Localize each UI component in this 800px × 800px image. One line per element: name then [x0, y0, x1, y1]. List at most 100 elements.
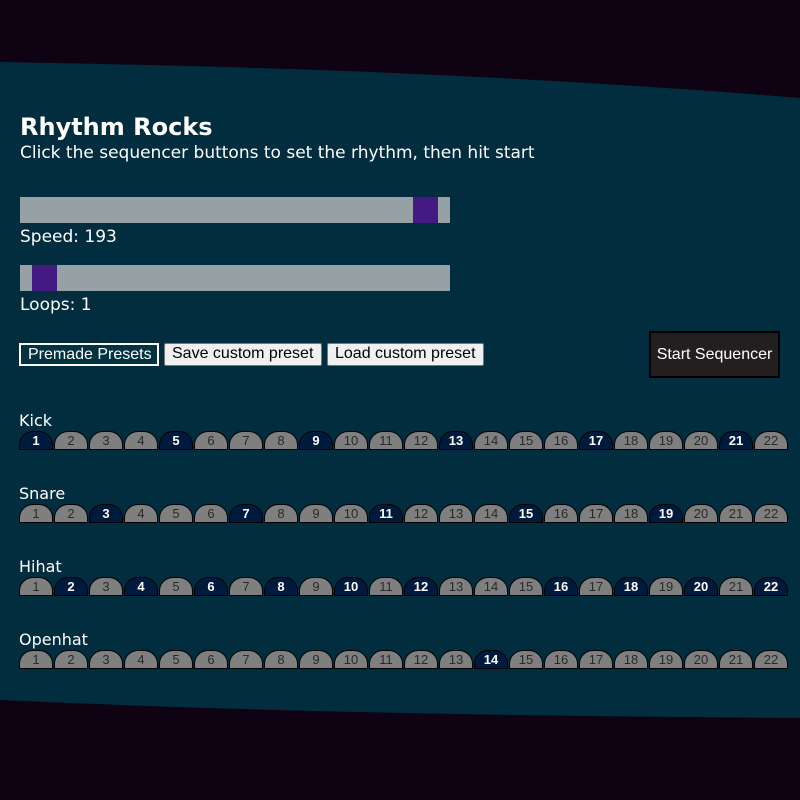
- step-button[interactable]: 8: [264, 577, 298, 596]
- step-button[interactable]: 10: [334, 504, 368, 523]
- start-sequencer-button[interactable]: Start Sequencer: [649, 331, 780, 378]
- step-button[interactable]: 7: [229, 650, 263, 669]
- premade-presets-button[interactable]: Premade Presets: [19, 343, 159, 366]
- step-button[interactable]: 13: [439, 577, 473, 596]
- load-custom-preset-button[interactable]: Load custom preset: [327, 343, 484, 366]
- step-button[interactable]: 5: [159, 504, 193, 523]
- step-button[interactable]: 15: [509, 504, 543, 523]
- step-button[interactable]: 9: [299, 577, 333, 596]
- step-button[interactable]: 5: [159, 577, 193, 596]
- step-button[interactable]: 15: [509, 650, 543, 669]
- loops-label: Loops: 1: [20, 295, 92, 315]
- step-button[interactable]: 21: [719, 431, 753, 450]
- step-button[interactable]: 20: [684, 504, 718, 523]
- step-button[interactable]: 5: [159, 650, 193, 669]
- page-subtitle: Click the sequencer buttons to set the r…: [20, 143, 535, 163]
- step-button[interactable]: 4: [124, 650, 158, 669]
- step-button[interactable]: 2: [54, 577, 88, 596]
- step-button[interactable]: 1: [19, 650, 53, 669]
- speed-slider[interactable]: [20, 197, 450, 223]
- step-button[interactable]: 7: [229, 577, 263, 596]
- step-button[interactable]: 16: [544, 650, 578, 669]
- step-button[interactable]: 22: [754, 650, 788, 669]
- step-button[interactable]: 19: [649, 431, 683, 450]
- step-button[interactable]: 8: [264, 650, 298, 669]
- loops-slider-thumb[interactable]: [32, 265, 57, 291]
- step-button[interactable]: 20: [684, 650, 718, 669]
- step-button[interactable]: 6: [194, 577, 228, 596]
- step-button[interactable]: 12: [404, 577, 438, 596]
- step-button[interactable]: 22: [754, 431, 788, 450]
- step-button[interactable]: 22: [754, 504, 788, 523]
- step-button[interactable]: 1: [19, 431, 53, 450]
- step-button[interactable]: 16: [544, 431, 578, 450]
- step-button[interactable]: 14: [474, 577, 508, 596]
- step-button[interactable]: 9: [299, 504, 333, 523]
- step-button[interactable]: 6: [194, 650, 228, 669]
- step-button[interactable]: 19: [649, 504, 683, 523]
- step-button[interactable]: 3: [89, 431, 123, 450]
- step-button[interactable]: 8: [264, 504, 298, 523]
- step-button[interactable]: 8: [264, 431, 298, 450]
- step-button[interactable]: 13: [439, 431, 473, 450]
- speed-slider-thumb[interactable]: [413, 197, 438, 223]
- step-button[interactable]: 12: [404, 431, 438, 450]
- step-button[interactable]: 17: [579, 504, 613, 523]
- step-button[interactable]: 12: [404, 650, 438, 669]
- step-button[interactable]: 3: [89, 650, 123, 669]
- loops-slider[interactable]: [20, 265, 450, 291]
- step-button[interactable]: 1: [19, 577, 53, 596]
- step-button[interactable]: 19: [649, 577, 683, 596]
- step-button[interactable]: 1: [19, 504, 53, 523]
- step-button[interactable]: 14: [474, 650, 508, 669]
- step-button[interactable]: 21: [719, 577, 753, 596]
- step-button[interactable]: 18: [614, 504, 648, 523]
- step-button[interactable]: 10: [334, 577, 368, 596]
- step-button[interactable]: 19: [649, 650, 683, 669]
- step-button[interactable]: 9: [299, 431, 333, 450]
- step-button[interactable]: 2: [54, 431, 88, 450]
- step-button[interactable]: 7: [229, 431, 263, 450]
- step-button[interactable]: 4: [124, 504, 158, 523]
- step-button[interactable]: 6: [194, 504, 228, 523]
- step-button[interactable]: 15: [509, 431, 543, 450]
- step-button[interactable]: 10: [334, 650, 368, 669]
- speed-label: Speed: 193: [20, 227, 117, 247]
- step-button[interactable]: 22: [754, 577, 788, 596]
- save-custom-preset-button[interactable]: Save custom preset: [164, 343, 322, 366]
- step-button[interactable]: 11: [369, 577, 403, 596]
- step-button[interactable]: 11: [369, 650, 403, 669]
- step-button[interactable]: 17: [579, 431, 613, 450]
- step-button[interactable]: 4: [124, 431, 158, 450]
- step-button[interactable]: 3: [89, 504, 123, 523]
- step-button[interactable]: 17: [579, 650, 613, 669]
- step-button[interactable]: 13: [439, 650, 473, 669]
- step-button[interactable]: 18: [614, 650, 648, 669]
- step-button[interactable]: 20: [684, 431, 718, 450]
- step-button[interactable]: 20: [684, 577, 718, 596]
- step-button[interactable]: 4: [124, 577, 158, 596]
- step-button[interactable]: 2: [54, 650, 88, 669]
- step-button[interactable]: 5: [159, 431, 193, 450]
- step-button[interactable]: 11: [369, 504, 403, 523]
- step-button[interactable]: 17: [579, 577, 613, 596]
- step-button[interactable]: 16: [544, 577, 578, 596]
- step-button[interactable]: 2: [54, 504, 88, 523]
- step-button[interactable]: 14: [474, 504, 508, 523]
- step-button[interactable]: 9: [299, 650, 333, 669]
- step-button[interactable]: 16: [544, 504, 578, 523]
- step-button[interactable]: 15: [509, 577, 543, 596]
- step-button[interactable]: 3: [89, 577, 123, 596]
- step-button[interactable]: 10: [334, 431, 368, 450]
- step-row: 1 2 3 4 5 6 7 8 9 10 11 12 13 14 15 16 17 18 19 20 21 22: [19, 577, 800, 598]
- step-button[interactable]: 11: [369, 431, 403, 450]
- step-button[interactable]: 21: [719, 650, 753, 669]
- step-button[interactable]: 13: [439, 504, 473, 523]
- step-button[interactable]: 12: [404, 504, 438, 523]
- step-button[interactable]: 18: [614, 577, 648, 596]
- step-button[interactable]: 7: [229, 504, 263, 523]
- step-button[interactable]: 14: [474, 431, 508, 450]
- step-button[interactable]: 18: [614, 431, 648, 450]
- step-button[interactable]: 21: [719, 504, 753, 523]
- step-button[interactable]: 6: [194, 431, 228, 450]
